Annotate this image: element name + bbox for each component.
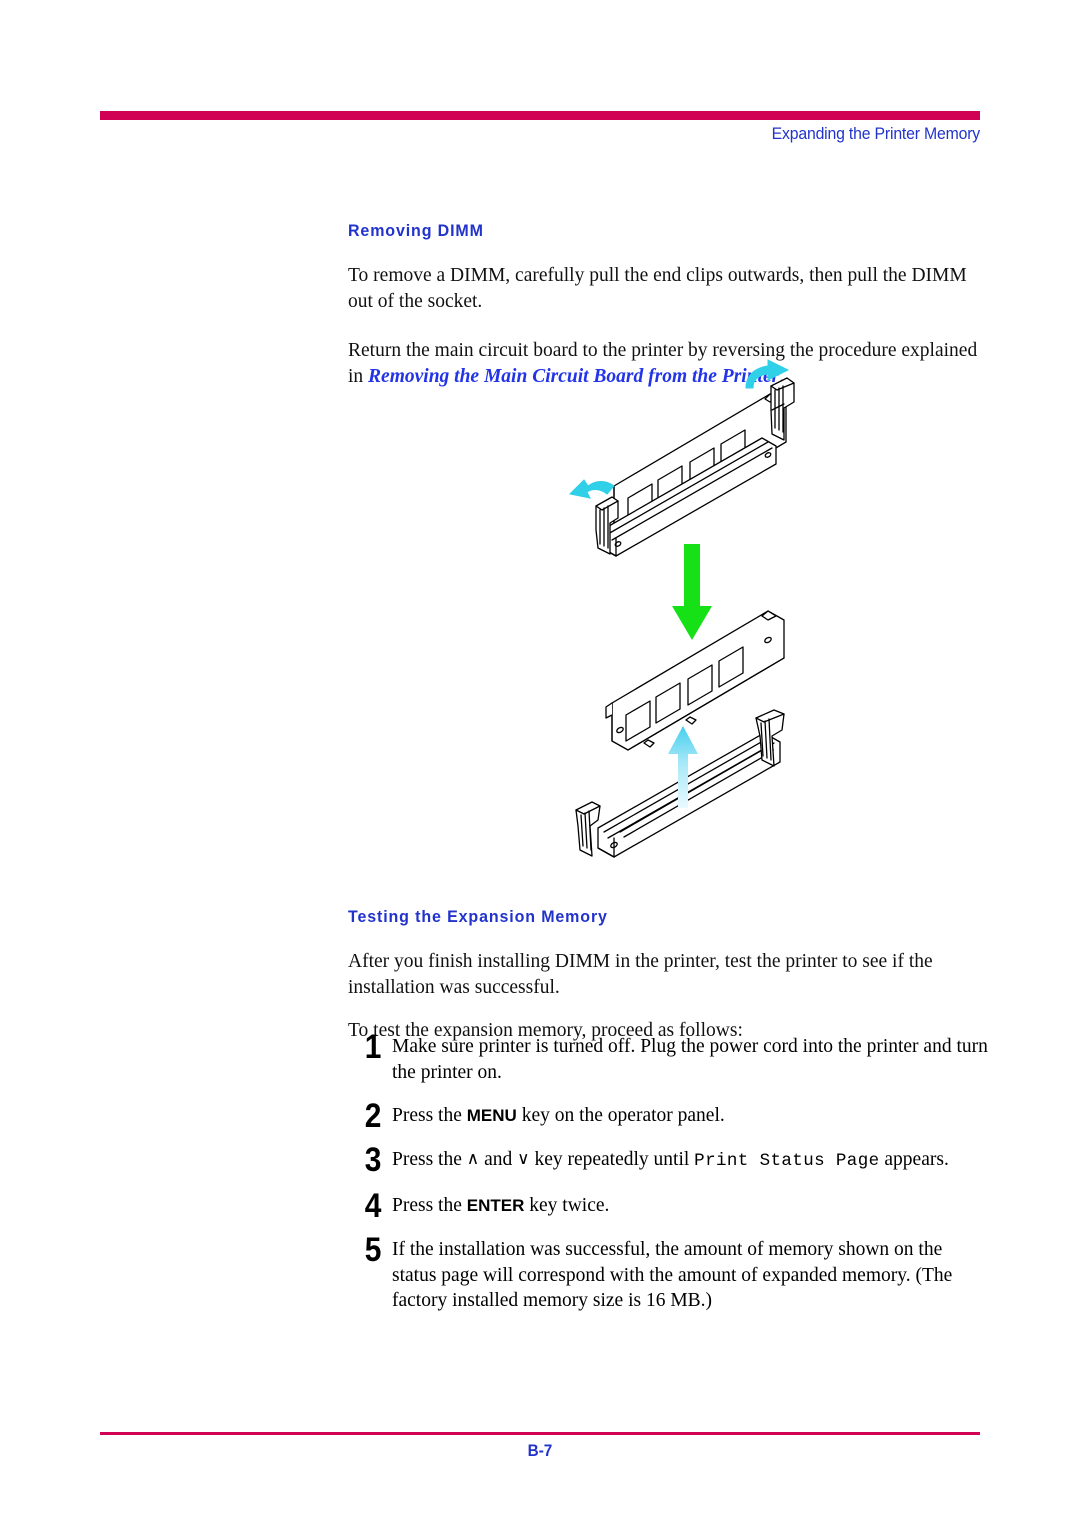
step-text: If the installation was successful, the … — [392, 1235, 990, 1314]
step-text-segment: Make sure printer is turned off. Plug th… — [392, 1036, 988, 1083]
step-item-3: 3 Press the ∧ and ∨ key repeatedly until… — [330, 1141, 990, 1179]
step-number: 1 — [364, 1028, 382, 1066]
step-text-segment: key twice. — [524, 1195, 610, 1216]
step-text-segment: Press the — [392, 1195, 467, 1216]
paragraph-remove-dimm: To remove a DIMM, carefully pull the end… — [348, 265, 967, 312]
section-heading-testing-expansion-memory: Testing the Expansion Memory — [348, 908, 608, 926]
step-text: Press the ∧ and ∨ key repeatedly until P… — [392, 1145, 990, 1175]
footer-rule — [100, 1432, 980, 1435]
step-number: 4 — [364, 1187, 382, 1225]
step-text-segment: key repeatedly until — [529, 1149, 695, 1170]
section-heading-removing-dimm: Removing DIMM — [348, 222, 484, 240]
step-text-segment: Press the — [392, 1149, 467, 1170]
step-text: Make sure printer is turned off. Plug th… — [392, 1032, 990, 1085]
paragraph-after-install: After you finish installing DIMM in the … — [348, 951, 933, 998]
step-item-4: 4 Press the ENTER key twice. — [330, 1187, 990, 1225]
footer-page-number: B-7 — [527, 1441, 553, 1460]
keycap-menu: MENU — [466, 1106, 517, 1125]
step-item-5: 5 If the installation was successful, th… — [330, 1231, 990, 1314]
menu-item-print-status-page: Print Status Page — [694, 1151, 880, 1171]
step-item-2: 2 Press the MENU key on the operator pan… — [330, 1097, 990, 1135]
insert-direction-arrow — [672, 544, 712, 640]
step-text-segment: Press the — [392, 1105, 467, 1126]
step-text-segment: key on the operator panel. — [516, 1105, 725, 1126]
header-rule — [100, 111, 980, 120]
step-number: 5 — [364, 1231, 382, 1269]
clip-arrow-left — [568, 479, 615, 499]
step-text: Press the MENU key on the operator panel… — [392, 1101, 990, 1129]
numbered-steps-list: 1 Make sure printer is turned off. Plug … — [330, 1028, 990, 1314]
step-text-segment: appears. — [879, 1149, 949, 1170]
step-number: 2 — [364, 1097, 382, 1135]
dimm-removal-illustration — [540, 358, 840, 888]
chevron-down-icon: ∨ — [517, 1149, 530, 1169]
step-text-segment: If the installation was successful, the … — [392, 1239, 953, 1311]
page-content-lower: Testing the Expansion Memory After you f… — [348, 908, 982, 1044]
keycap-enter: ENTER — [466, 1196, 525, 1215]
header-title: Expanding the Printer Memory — [771, 124, 981, 143]
step-item-1: 1 Make sure printer is turned off. Plug … — [330, 1028, 990, 1085]
step-text: Press the ENTER key twice. — [392, 1191, 990, 1219]
step-number: 3 — [364, 1141, 382, 1179]
chevron-up-icon: ∧ — [466, 1149, 480, 1169]
step-text-segment: and — [479, 1149, 518, 1170]
